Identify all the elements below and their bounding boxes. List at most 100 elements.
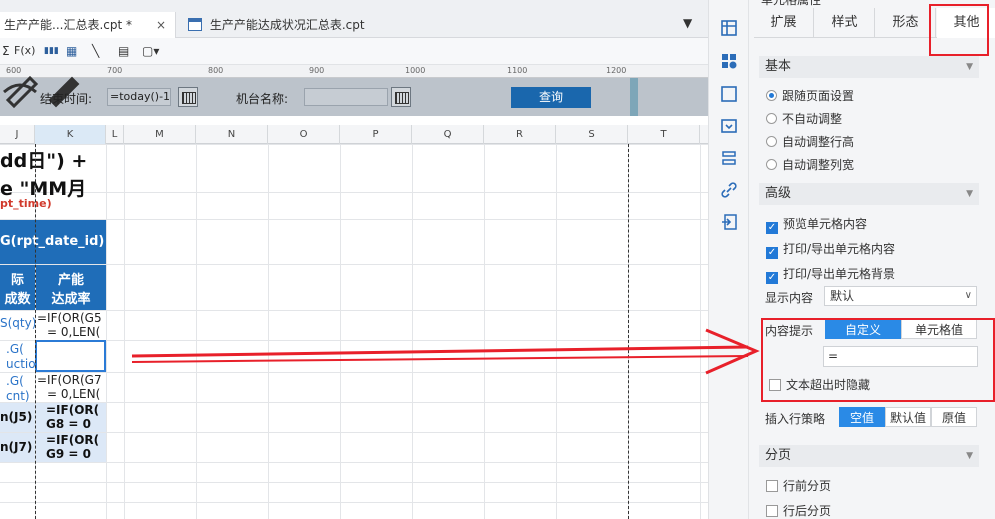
rpt-time-cell[interactable]: pt_time) [0,197,106,210]
tab-style[interactable]: 样式 [815,8,875,38]
machine-name-input[interactable] [304,88,388,106]
report-file-icon [188,18,202,31]
check-page-after-row[interactable]: 行后分页 [766,502,831,519]
chart-icon[interactable]: ▮▮▮ [44,43,59,59]
column-header-t[interactable]: T [628,125,700,144]
check-print-content-label: 打印/导出单元格内容 [783,242,896,256]
spreadsheet-grid[interactable]: dd日") + e "MM月 pt_time) G(rpt_date_id) 际… [0,144,708,519]
panel-icon-column [709,0,749,519]
cell-k9-line2: G9 = 0 [46,447,91,461]
cell-j5[interactable]: S(qty) [0,316,35,330]
import-icon[interactable] [721,214,737,230]
close-tab-icon[interactable]: × [156,12,166,38]
column-header-l[interactable]: L [106,125,124,144]
column-header-n[interactable]: N [196,125,268,144]
insert-default-option[interactable]: 默认值 [885,407,931,427]
insert-original-option[interactable]: 原值 [931,407,977,427]
radio-auto-height-label: 自动调整行高 [782,135,855,149]
check-preview-content[interactable]: ✓ 预览单元格内容 [766,215,867,234]
query-button[interactable]: 查询 [511,87,591,108]
cell-attributes-icon[interactable] [721,53,737,69]
check-print-background[interactable]: ✓ 打印/导出单元格背景 [766,265,895,284]
display-content-value: 默认 [830,289,855,303]
cell-k7-line2: = 0,LEN( [47,387,101,401]
tab-list-menu-icon[interactable]: ▼ [683,16,692,30]
radio-no-adjust[interactable]: 不自动调整 [766,110,842,127]
data-column-icon[interactable] [721,150,737,166]
column-header-r[interactable]: R [484,125,556,144]
header-actual-count[interactable]: 际 成数 [0,265,35,310]
display-content-select[interactable]: 默认 ∨ [824,286,977,306]
page-before-label: 行前分页 [783,479,832,493]
display-content-label: 显示内容 [765,291,814,305]
cell-k9[interactable]: =IF(OR( G9 = 0 [36,433,106,462]
rpt-date-cell[interactable]: G(rpt_date_id) [0,220,106,264]
column-header-m[interactable]: M [124,125,196,144]
tab-inactive-file[interactable]: 生产产能达成状况汇总表.cpt [182,12,382,38]
cell-j6-line1: .G( [6,342,24,356]
selected-cell-k6[interactable] [35,340,106,372]
column-header-o[interactable]: O [268,125,340,144]
section-basic-title: 基本 [765,59,792,74]
formula-icon[interactable]: F(x) [14,43,35,59]
border-icon[interactable]: ▢▾ [142,43,159,59]
cell-j8[interactable]: n(J5) [0,403,35,432]
radio-auto-width-label: 自动调整列宽 [782,158,855,172]
check-print-content[interactable]: ✓ 打印/导出单元格内容 [766,240,895,259]
sum-icon[interactable]: Σ [2,43,10,59]
check-page-before-row[interactable]: 行前分页 [766,477,831,494]
section-basic[interactable]: 基本 ▼ [759,56,979,78]
column-header-p[interactable]: P [340,125,412,144]
section-advanced-title: 高级 [765,186,792,201]
widget-icon[interactable] [721,86,737,102]
calendar-icon[interactable] [178,87,198,107]
section-paging[interactable]: 分页 ▼ [759,445,979,467]
end-time-input[interactable]: =today()-1 [107,88,171,106]
image-icon[interactable]: ▦ [66,43,77,59]
slash-icon[interactable]: ╲ [92,43,99,59]
radio-follow-page[interactable]: 跟随页面设置 [766,87,854,104]
header-actual-line2: 成数 [4,292,31,307]
column-header-q[interactable]: Q [412,125,484,144]
insert-empty-option[interactable]: 空值 [839,407,885,427]
highlight-box-other-tab [929,4,989,56]
page-after-label: 行后分页 [783,504,832,518]
title-formula-line1[interactable]: dd日") + [0,146,106,173]
cell-j6[interactable]: .G( uctio [0,342,35,372]
end-time-label: 结束时间: [40,92,93,106]
cell-k7[interactable]: =IF(OR(G7 = 0,LEN( [37,373,106,401]
chevron-down-icon: ▼ [966,451,973,461]
radio-auto-height[interactable]: 自动调整行高 [766,133,854,150]
cell-j7-line1: .G( [6,374,24,388]
column-header-s[interactable]: S [556,125,628,144]
column-header-bar: J K L M N O P Q R S T [0,125,708,144]
hyperlink-icon[interactable] [721,182,737,198]
radio-follow-page-label: 跟随页面设置 [782,89,855,103]
chevron-down-icon: ▼ [966,62,973,72]
cell-k9-line1: =IF(OR( [46,433,100,447]
cell-k8[interactable]: =IF(OR( G8 = 0 [36,403,106,432]
cell-element-icon[interactable] [721,20,737,36]
column-header-j[interactable]: J [0,125,35,144]
radio-selected-icon [766,90,777,101]
insert-row-label: 插入行策略 [765,412,826,426]
cell-j6-line2: uctio [6,357,35,371]
tab-expand[interactable]: 扩展 [754,8,814,38]
tab-active-file[interactable]: 生产产能...汇总表.cpt * × [0,12,176,38]
radio-icon [766,136,777,147]
condition-icon[interactable] [721,118,737,134]
column-header-k[interactable]: K [35,125,106,144]
radio-auto-width[interactable]: 自动调整列宽 [766,156,854,173]
header-rate-line1: 产能 [57,273,84,288]
cell-k5[interactable]: =IF(OR(G5 = 0,LEN( [37,311,106,339]
param-pane-resize-handle[interactable] [630,78,638,116]
section-paging-title: 分页 [765,448,792,463]
header-capacity-rate[interactable]: 产能 达成率 [36,265,106,310]
section-advanced[interactable]: 高级 ▼ [759,183,979,205]
check-print-bg-label: 打印/导出单元格背景 [783,267,896,281]
subreport-icon[interactable]: ▤ [118,43,129,59]
tab-form[interactable]: 形态 [876,8,936,38]
dropdown-picker-icon[interactable] [391,87,411,107]
cell-j9[interactable]: n(J7) [0,433,35,462]
cell-j7[interactable]: .G( cnt) [0,374,35,404]
